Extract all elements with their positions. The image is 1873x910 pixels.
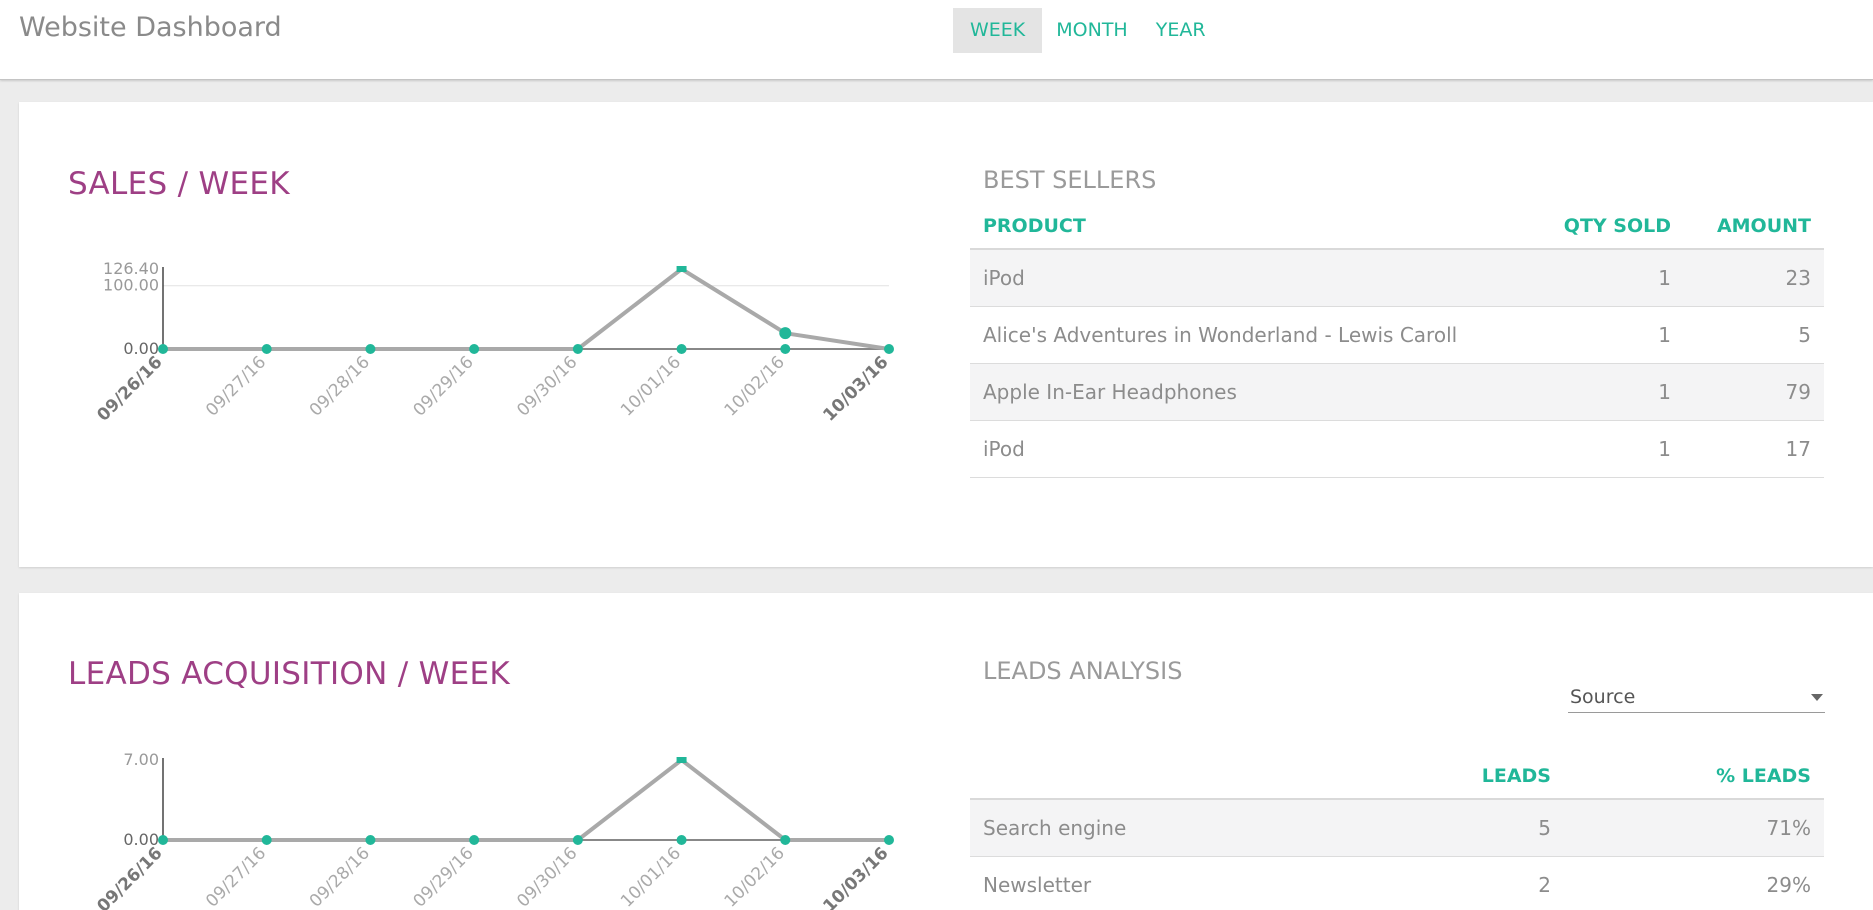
leads-analysis-table: LEADS % LEADS Search engine 5 71% Newsle… (970, 753, 1824, 910)
leads-line-chart: 0.007.0009/26/16 09/27/16 09/28/16 09/29/16… (93, 750, 894, 910)
table-row[interactable]: iPod 1 17 (970, 420, 1824, 478)
lead-source: Newsletter (970, 856, 1414, 910)
table-row[interactable]: Apple In-Ear Headphones 1 79 (970, 363, 1824, 421)
column-header-qty-sold[interactable]: QTY SOLD (1524, 203, 1684, 250)
lead-count: 5 (1414, 799, 1564, 857)
baseline-point (469, 344, 480, 354)
lead-percent: 71% (1564, 799, 1824, 857)
x-tick-label: 09/29/16 (410, 352, 478, 420)
lead-source: Search engine (970, 799, 1414, 857)
qty-sold: 1 (1524, 363, 1684, 421)
baseline-point (158, 835, 168, 845)
x-tick-label: 10/02/16 (721, 843, 789, 910)
baseline-point (469, 835, 480, 845)
baseline-point (261, 835, 272, 845)
x-tick-label: 09/30/16 (513, 843, 581, 910)
qty-sold: 1 (1524, 420, 1684, 478)
range-switch: WEEK MONTH YEAR (953, 8, 1220, 53)
leads-card: LEADS ACQUISITION / WEEK 0.00 7.00 09/26/1… (19, 593, 1873, 910)
data-point (676, 266, 687, 272)
y-tick-label: 100.00 (103, 276, 159, 295)
leads-analysis-title: LEADS ANALYSIS (983, 657, 1183, 685)
baseline-point (884, 344, 894, 354)
data-point (676, 757, 687, 763)
series-line (163, 758, 889, 842)
baseline-point (780, 835, 791, 845)
column-header-amount[interactable]: AMOUNT (1684, 203, 1824, 250)
page-title: Website Dashboard (19, 12, 282, 43)
product-name: iPod (970, 420, 1524, 478)
column-header-leads[interactable]: LEADS (1414, 753, 1564, 800)
baseline-point (158, 344, 168, 354)
baseline-point (676, 835, 687, 845)
baseline-point (676, 344, 687, 354)
qty-sold: 1 (1524, 306, 1684, 364)
group-by-select[interactable]: Source (1568, 685, 1825, 713)
baseline-point (780, 344, 791, 354)
qty-sold: 1 (1524, 249, 1684, 307)
baseline-point (261, 344, 272, 354)
amount: 5 (1684, 306, 1824, 364)
x-tick-label: 09/29/16 (410, 843, 478, 910)
baseline-point (572, 344, 583, 354)
table-header-row: PRODUCT QTY SOLD AMOUNT (970, 203, 1824, 250)
x-tick-label: 10/01/16 (617, 843, 685, 910)
baseline-point (365, 835, 376, 845)
x-tick-label: 10/03/16 (819, 843, 892, 910)
y-tick-label: 126.40 (103, 259, 159, 278)
range-month-button[interactable]: MONTH (1042, 8, 1141, 53)
x-tick-label: 09/27/16 (202, 352, 270, 420)
product-name: Apple In-Ear Headphones (970, 363, 1524, 421)
baseline-point (572, 835, 583, 845)
table-header-row: LEADS % LEADS (970, 753, 1824, 800)
caret-down-icon (1811, 694, 1823, 701)
amount: 79 (1684, 363, 1824, 421)
baseline-point (365, 344, 376, 354)
table-row[interactable]: Newsletter 2 29% (970, 856, 1824, 910)
group-by-value: Source (1570, 686, 1636, 708)
series-line (163, 267, 890, 351)
sales-line-chart: 0.00100.00126.4009/26/16 09/27/16 09/28/16… (93, 259, 894, 426)
x-tick-label: 10/02/16 (721, 352, 789, 420)
baseline-point (884, 835, 894, 845)
x-tick-label: 10/01/16 (617, 352, 685, 420)
x-tick-label: 09/26/16 (93, 352, 166, 425)
x-tick-label: 09/27/16 (202, 843, 270, 910)
product-name: Alice's Adventures in Wonderland - Lewis… (970, 306, 1524, 364)
column-header-source[interactable] (970, 753, 1414, 800)
y-tick-label: 7.00 (123, 750, 159, 769)
best-sellers-table: PRODUCT QTY SOLD AMOUNT iPod 1 23 Alice'… (970, 203, 1824, 478)
range-year-button[interactable]: YEAR (1142, 8, 1220, 53)
table-row[interactable]: iPod 1 23 (970, 249, 1824, 307)
table-row[interactable]: Search engine 5 71% (970, 799, 1824, 857)
top-bar: Website Dashboard WEEK MONTH YEAR (0, 0, 1873, 80)
data-point (779, 327, 792, 340)
amount: 17 (1684, 420, 1824, 478)
sales-card: SALES / WEEK 0.00 100.00 126.40 09/26/16 09/… (19, 102, 1873, 567)
x-tick-label: 09/30/16 (513, 352, 581, 420)
x-tick-label: 10/03/16 (819, 352, 892, 425)
range-week-button[interactable]: WEEK (953, 8, 1043, 53)
best-sellers-title: BEST SELLERS (983, 166, 1157, 194)
table-row[interactable]: Alice's Adventures in Wonderland - Lewis… (970, 306, 1824, 364)
x-tick-label: 09/26/16 (93, 843, 166, 910)
lead-count: 2 (1414, 856, 1564, 910)
column-header-percent-leads[interactable]: % LEADS (1564, 753, 1824, 800)
product-name: iPod (970, 249, 1524, 307)
amount: 23 (1684, 249, 1824, 307)
lead-percent: 29% (1564, 856, 1824, 910)
x-tick-label: 09/28/16 (306, 352, 374, 420)
column-header-product[interactable]: PRODUCT (970, 203, 1524, 250)
x-tick-label: 09/28/16 (306, 843, 374, 910)
